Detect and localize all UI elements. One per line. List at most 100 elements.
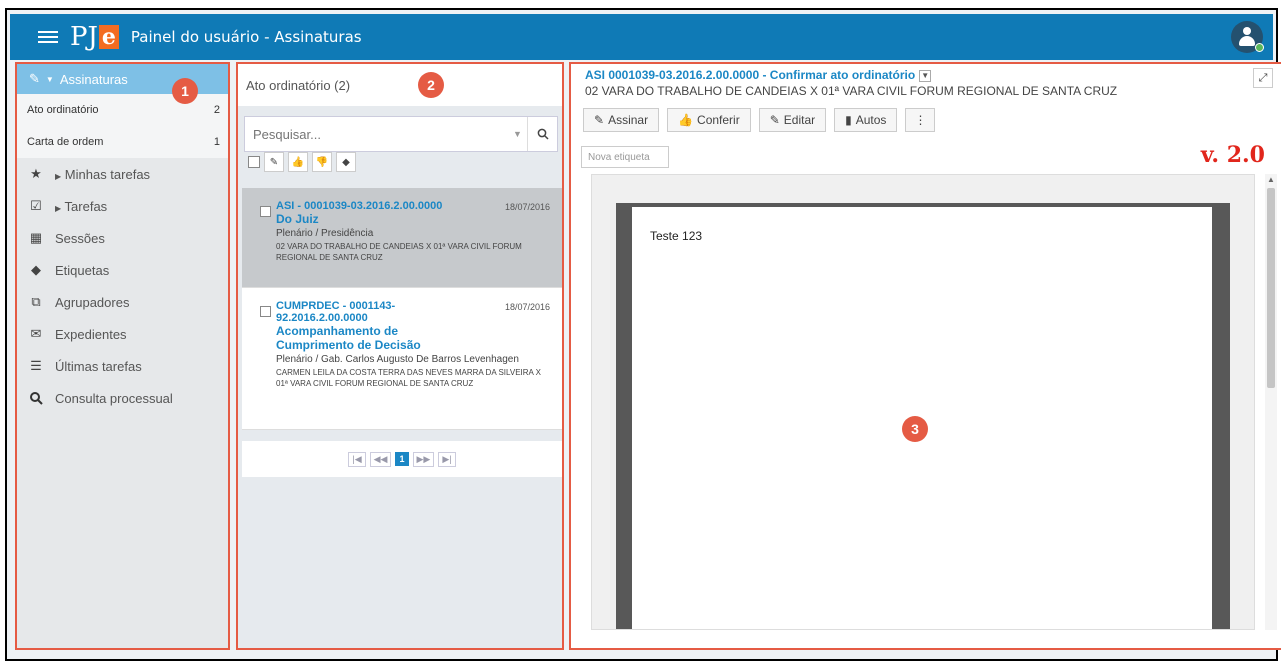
page-title: Painel do usuário - Assinaturas xyxy=(130,28,362,46)
top-bar: PJ e Painel do usuário - Assinaturas xyxy=(10,14,1273,60)
sidebar-item-tarefas[interactable]: ☑ ▶ Tarefas xyxy=(17,190,228,222)
button-label: Conferir xyxy=(697,113,740,127)
approve-tool-button[interactable]: 👍 xyxy=(288,152,308,172)
document-viewer[interactable]: Teste 123 xyxy=(591,174,1255,630)
tags-icon: ◆ xyxy=(31,262,41,277)
current-page[interactable]: 1 xyxy=(395,452,409,466)
pje-logo[interactable]: PJ e xyxy=(70,22,119,52)
book-icon: ▮ xyxy=(845,113,852,127)
sidebar-item-label: Últimas tarefas xyxy=(55,358,142,374)
document-title-text: ASI 0001039-03.2016.2.00.0000 - Confirma… xyxy=(585,68,916,82)
item-date: 18/07/2016 xyxy=(504,202,550,212)
sidebar-item-sessoes[interactable]: ▦ Sessões xyxy=(17,222,228,254)
item-kind: Acompanhamento de Cumprimento de Decisão xyxy=(276,324,421,352)
sidebar-item-etiquetas[interactable]: ◆ Etiquetas xyxy=(17,254,228,286)
document-body-text: Teste 123 xyxy=(650,229,703,243)
conferir-button[interactable]: 👍 Conferir xyxy=(667,108,751,132)
expand-icon[interactable]: ⤢ xyxy=(1253,68,1273,88)
search-box: ▼ xyxy=(244,116,558,152)
calendar-icon: ▦ xyxy=(29,230,43,245)
new-tag-input[interactable]: Nova etiqueta xyxy=(581,146,669,168)
list-item[interactable]: 18/07/2016 CUMPRDEC - 0001143-92.2016.2.… xyxy=(242,288,562,430)
sidebar-item-expedientes[interactable]: ✉ Expedientes xyxy=(17,318,228,350)
scroll-up-icon[interactable]: ▲ xyxy=(1265,174,1277,186)
pencil-icon: ✎ xyxy=(269,156,279,168)
sidebar-subitem-carta-de-ordem[interactable]: Carta de ordem 1 xyxy=(17,126,228,158)
task-list-panel: Ato ordinatório (2) ▼ ✎ 👍 👎 ◆ 18/07/2016… xyxy=(236,62,564,650)
list-heading: Ato ordinatório (2) xyxy=(238,64,562,106)
editar-button[interactable]: ✎ Editar xyxy=(758,108,827,132)
more-options-button[interactable]: ⋮ xyxy=(905,108,936,132)
item-checkbox[interactable] xyxy=(260,206,271,217)
thumbs-up-icon: 👍 xyxy=(678,113,694,127)
sidebar-item-label: Tarefas xyxy=(64,198,108,214)
sidebar-item-agrupadores[interactable]: ⧉ Agrupadores xyxy=(17,286,228,318)
search-input[interactable] xyxy=(245,117,513,151)
autos-button[interactable]: ▮ Autos xyxy=(834,108,898,132)
annotation-badge-1: 1 xyxy=(172,78,198,104)
search-icon xyxy=(537,128,549,140)
star-icon: ★ xyxy=(30,166,42,181)
next-page-icon[interactable]: ▶▶ xyxy=(412,451,435,467)
sidebar-item-label: Expedientes xyxy=(55,326,127,342)
sidebar-subitem-ato-ordinatorio[interactable]: Ato ordinatório 2 xyxy=(17,94,228,126)
last-page-icon[interactable]: ▶| xyxy=(438,451,456,467)
prev-page-icon[interactable]: ◀◀ xyxy=(369,451,392,467)
list-item[interactable]: 18/07/2016 ASI - 0001039-03.2016.2.00.00… xyxy=(242,188,562,288)
item-parts: 02 VARA DO TRABALHO DE CANDEIAS X 01ª VA… xyxy=(276,242,522,262)
detail-panel: ASI 0001039-03.2016.2.00.0000 - Confirma… xyxy=(569,62,1281,650)
select-all-checkbox[interactable] xyxy=(248,156,260,168)
item-date: 18/07/2016 xyxy=(504,302,550,312)
search-button[interactable] xyxy=(527,117,557,151)
caret-right-icon: ▶ xyxy=(55,203,62,213)
sidebar-item-minhas-tarefas[interactable]: ★ ▶ Minhas tarefas xyxy=(17,158,228,190)
edit-icon: ✎ xyxy=(769,113,780,127)
envelope-icon: ✉ xyxy=(30,326,42,341)
search-icon xyxy=(27,391,45,405)
item-org: Plenário / Gab. Carlos Augusto De Barros… xyxy=(276,354,519,365)
sidebar-item-label: Sessões xyxy=(55,230,105,246)
more-vertical-icon: ⋮ xyxy=(914,113,927,127)
item-checkbox[interactable] xyxy=(260,306,271,317)
sidebar-item-consulta-processual[interactable]: Consulta processual xyxy=(17,382,228,414)
pencil-icon: ✎ xyxy=(594,113,605,127)
sidebar-item-ultimas-tarefas[interactable]: ☰ Últimas tarefas xyxy=(17,350,228,382)
task-list: 18/07/2016 ASI - 0001039-03.2016.2.00.00… xyxy=(242,188,562,430)
reject-tool-button[interactable]: 👎 xyxy=(312,152,332,172)
tag-icon: ◆ xyxy=(342,156,350,168)
caret-right-icon: ▶ xyxy=(55,171,62,181)
first-page-icon[interactable]: |◀ xyxy=(348,451,366,467)
logo-accent: e xyxy=(98,25,119,49)
scrollbar-thumb[interactable] xyxy=(1267,188,1275,388)
viewer-scrollbar[interactable]: ▲ xyxy=(1265,174,1277,630)
sidebar-section-label: Assinaturas xyxy=(59,71,128,87)
checkbox-icon: ☑ xyxy=(30,198,42,213)
user-avatar[interactable] xyxy=(1231,21,1264,53)
menu-icon[interactable] xyxy=(38,31,58,43)
sign-tool-button[interactable]: ✎ xyxy=(264,152,284,172)
sidebar: ✎ ▼ Assinaturas Ato ordinatório 2 Carta … xyxy=(15,62,230,650)
subitem-count: 1 xyxy=(213,136,220,148)
item-org: Plenário / Presidência xyxy=(276,228,374,239)
subitem-label: Ato ordinatório xyxy=(27,104,99,116)
thumbs-down-icon: 👎 xyxy=(315,156,329,168)
annotation-badge-2: 2 xyxy=(418,72,444,98)
subitem-count: 2 xyxy=(213,104,220,116)
subitem-label: Carta de ordem xyxy=(27,136,104,148)
assinar-button[interactable]: ✎ Assinar xyxy=(583,108,660,132)
logo-text: PJ xyxy=(70,22,98,52)
group-icon: ⧉ xyxy=(31,294,41,309)
button-label: Editar xyxy=(783,113,816,127)
chevron-down-icon[interactable]: ▼ xyxy=(919,69,932,82)
chevron-down-icon[interactable]: ▼ xyxy=(513,129,527,139)
item-parts: CARMEN LEILA DA COSTA TERRA DAS NEVES MA… xyxy=(276,368,541,388)
thumbs-up-icon: 👍 xyxy=(291,156,305,168)
button-label: Autos xyxy=(855,113,887,127)
pencil-icon: ✎ xyxy=(29,71,40,86)
item-kind: Do Juiz xyxy=(276,212,319,226)
document-title[interactable]: ASI 0001039-03.2016.2.00.0000 - Confirma… xyxy=(585,68,932,82)
action-toolbar: ✎ Assinar 👍 Conferir ✎ Editar ▮ Autos ⋮ xyxy=(583,108,936,132)
tag-tool-button[interactable]: ◆ xyxy=(336,152,356,172)
item-process-number[interactable]: CUMPRDEC - 0001143-92.2016.2.00.0000 xyxy=(276,300,456,324)
annotation-badge-3: 3 xyxy=(902,416,928,442)
